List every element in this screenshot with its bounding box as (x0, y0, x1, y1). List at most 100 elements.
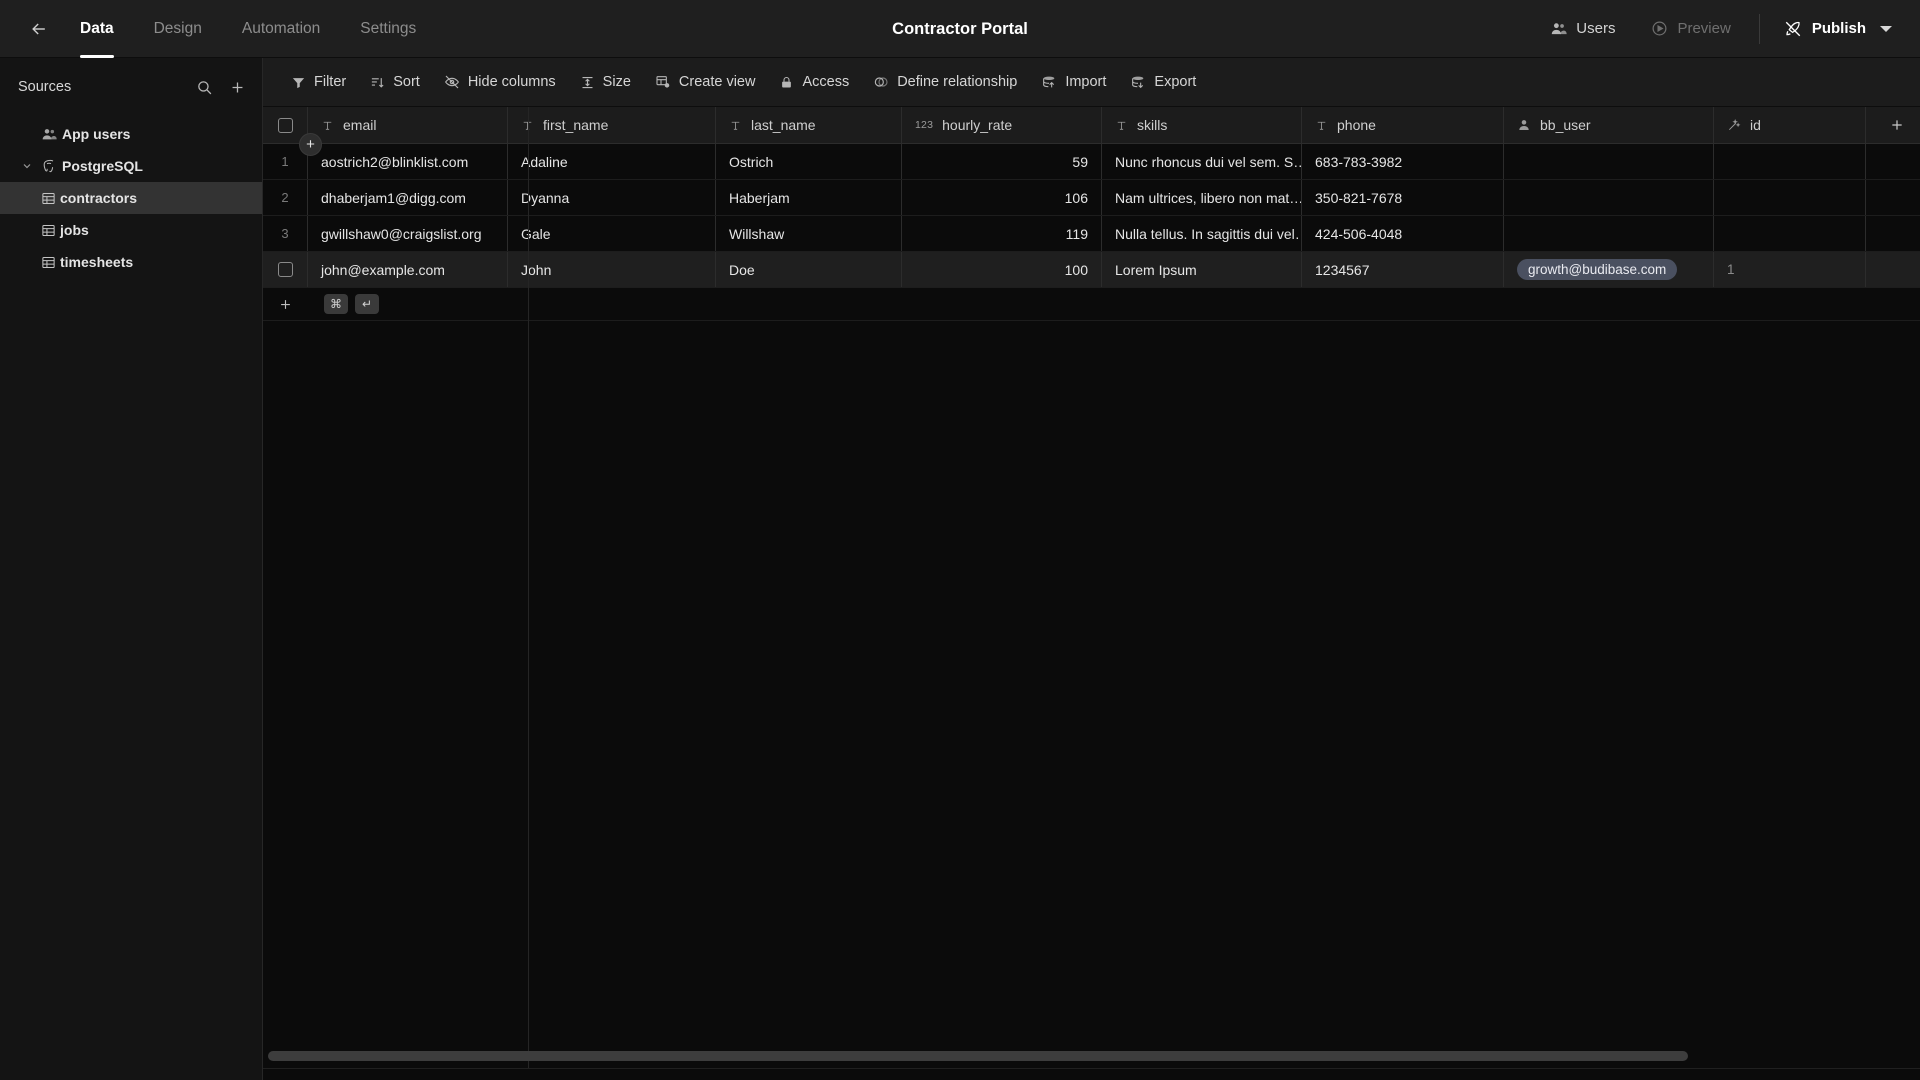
sort-icon (370, 75, 385, 90)
postgres-icon (36, 158, 62, 174)
table-row[interactable]: 3 gwillshaw0@craigslist.org Gale Willsha… (263, 216, 1920, 252)
table-row[interactable]: 2 dhaberjam1@digg.com Dyanna Haberjam 10… (263, 180, 1920, 216)
define-relationship-label: Define relationship (897, 74, 1018, 90)
tab-automation[interactable]: Automation (222, 0, 340, 58)
sidebar-item-postgresql[interactable]: PostgreSQL (0, 150, 262, 182)
chevron-down-icon[interactable] (18, 160, 36, 172)
cell-first-name[interactable]: Adaline (508, 144, 716, 179)
cell-spacer (1866, 180, 1920, 215)
create-view-button[interactable]: Create view (645, 66, 766, 98)
table-row[interactable]: john@example.com John Doe 100 Lorem Ipsu… (263, 252, 1920, 288)
cell-hourly-rate[interactable]: 59 (902, 144, 1102, 179)
cell-hourly-rate[interactable]: 100 (902, 252, 1102, 287)
tab-settings[interactable]: Settings (340, 0, 436, 58)
cell-phone[interactable]: 424-506-4048 (1302, 216, 1504, 251)
back-button[interactable] (18, 0, 60, 58)
tab-design[interactable]: Design (134, 0, 222, 58)
users-button[interactable]: Users (1532, 0, 1633, 58)
column-header-first-name[interactable]: first_name (508, 107, 716, 143)
horizontal-scrollbar-track[interactable] (263, 1051, 1920, 1061)
cell-phone[interactable]: 683-783-3982 (1302, 144, 1504, 179)
table-icon (36, 223, 60, 238)
publish-button[interactable]: Publish (1770, 0, 1898, 58)
sidebar-item-contractors[interactable]: contractors (0, 182, 262, 214)
column-header-hourly-rate[interactable]: 123 hourly_rate (902, 107, 1102, 143)
users-icon (36, 126, 62, 142)
column-header-id[interactable]: id (1714, 107, 1866, 143)
cell-bb-user[interactable] (1504, 216, 1714, 251)
text-type-icon (521, 119, 534, 132)
cell-email[interactable]: john@example.com (308, 252, 508, 287)
cell-bb-user[interactable] (1504, 144, 1714, 179)
column-header-last-name[interactable]: last_name (716, 107, 902, 143)
cell-first-name[interactable]: John (508, 252, 716, 287)
cell-last-name[interactable]: Ostrich (716, 144, 902, 179)
sidebar-item-timesheets[interactable]: timesheets (0, 246, 262, 278)
cell-last-name[interactable]: Haberjam (716, 180, 902, 215)
cell-first-name[interactable]: Gale (508, 216, 716, 251)
cell-skills[interactable]: Nam ultrices, libero non mat… (1102, 180, 1302, 215)
sidebar-item-label: App users (62, 126, 131, 142)
cell-id[interactable] (1714, 216, 1866, 251)
sort-label: Sort (393, 74, 420, 90)
cell-email[interactable]: gwillshaw0@craigslist.org (308, 216, 508, 251)
cell-hourly-rate[interactable]: 119 (902, 216, 1102, 251)
sidebar-item-label: jobs (60, 222, 89, 238)
column-header-skills[interactable]: skills (1102, 107, 1302, 143)
access-button[interactable]: Access (769, 66, 859, 98)
column-header-label: email (343, 117, 377, 133)
row-gutter[interactable]: 2 (263, 180, 308, 215)
cell-first-name[interactable]: Dyanna (508, 180, 716, 215)
cell-id[interactable]: 1 (1714, 252, 1866, 287)
insert-row-button[interactable]: + (299, 133, 322, 156)
import-button[interactable]: Import (1031, 66, 1116, 98)
cell-email[interactable]: dhaberjam1@digg.com (308, 180, 508, 215)
add-source-icon[interactable] (229, 79, 246, 96)
column-header-bb-user[interactable]: bb_user (1504, 107, 1714, 143)
bb-user-chip[interactable]: growth@budibase.com (1517, 259, 1678, 280)
cell-skills[interactable]: Nulla tellus. In sagittis dui vel… (1102, 216, 1302, 251)
cell-id[interactable] (1714, 144, 1866, 179)
cell-phone[interactable]: 1234567 (1302, 252, 1504, 287)
play-circle-icon (1651, 20, 1668, 37)
row-select-checkbox[interactable] (277, 262, 293, 277)
hide-columns-button[interactable]: Hide columns (434, 66, 566, 98)
chevron-down-icon[interactable] (1880, 25, 1892, 32)
cell-last-name[interactable]: Willshaw (716, 216, 902, 251)
filter-button[interactable]: Filter (281, 66, 356, 98)
define-relationship-button[interactable]: Define relationship (863, 66, 1027, 98)
column-header-email[interactable]: email (308, 107, 508, 143)
publish-label: Publish (1811, 20, 1866, 37)
cell-skills[interactable]: Nunc rhoncus dui vel sem. S… (1102, 144, 1302, 179)
cell-bb-user[interactable] (1504, 180, 1714, 215)
cell-spacer (1866, 252, 1920, 287)
search-icon[interactable] (196, 79, 213, 96)
size-button[interactable]: Size (570, 66, 641, 98)
sidebar-item-app-users[interactable]: App users (0, 118, 262, 150)
cell-skills[interactable]: Lorem Ipsum (1102, 252, 1302, 287)
add-column-button[interactable] (1866, 107, 1920, 143)
tab-automation-label: Automation (241, 19, 321, 37)
row-gutter[interactable] (263, 252, 308, 287)
new-row[interactable]: ⌘ ↵ (263, 288, 1920, 321)
row-gutter[interactable]: 3 (263, 216, 308, 251)
cell-last-name[interactable]: Doe (716, 252, 902, 287)
column-header-label: phone (1337, 117, 1376, 133)
table-row[interactable]: 1 aostrich2@blinklist.com Adaline Ostric… (263, 144, 1920, 180)
add-row-button[interactable] (263, 297, 308, 312)
preview-button[interactable]: Preview (1633, 0, 1748, 58)
column-header-phone[interactable]: phone (1302, 107, 1504, 143)
cell-phone[interactable]: 350-821-7678 (1302, 180, 1504, 215)
toolbar-divider (1758, 13, 1760, 44)
cell-email[interactable]: aostrich2@blinklist.com (308, 144, 508, 179)
horizontal-scrollbar-thumb[interactable] (268, 1051, 1688, 1061)
cell-hourly-rate[interactable]: 106 (902, 180, 1102, 215)
sidebar-item-jobs[interactable]: jobs (0, 214, 262, 246)
cell-id[interactable] (1714, 180, 1866, 215)
users-icon (1550, 20, 1567, 37)
export-button[interactable]: Export (1120, 66, 1206, 98)
tab-data[interactable]: Data (60, 0, 134, 58)
cell-bb-user[interactable]: growth@budibase.com (1504, 252, 1714, 287)
select-all-checkbox[interactable] (277, 117, 293, 133)
sort-button[interactable]: Sort (360, 66, 430, 98)
